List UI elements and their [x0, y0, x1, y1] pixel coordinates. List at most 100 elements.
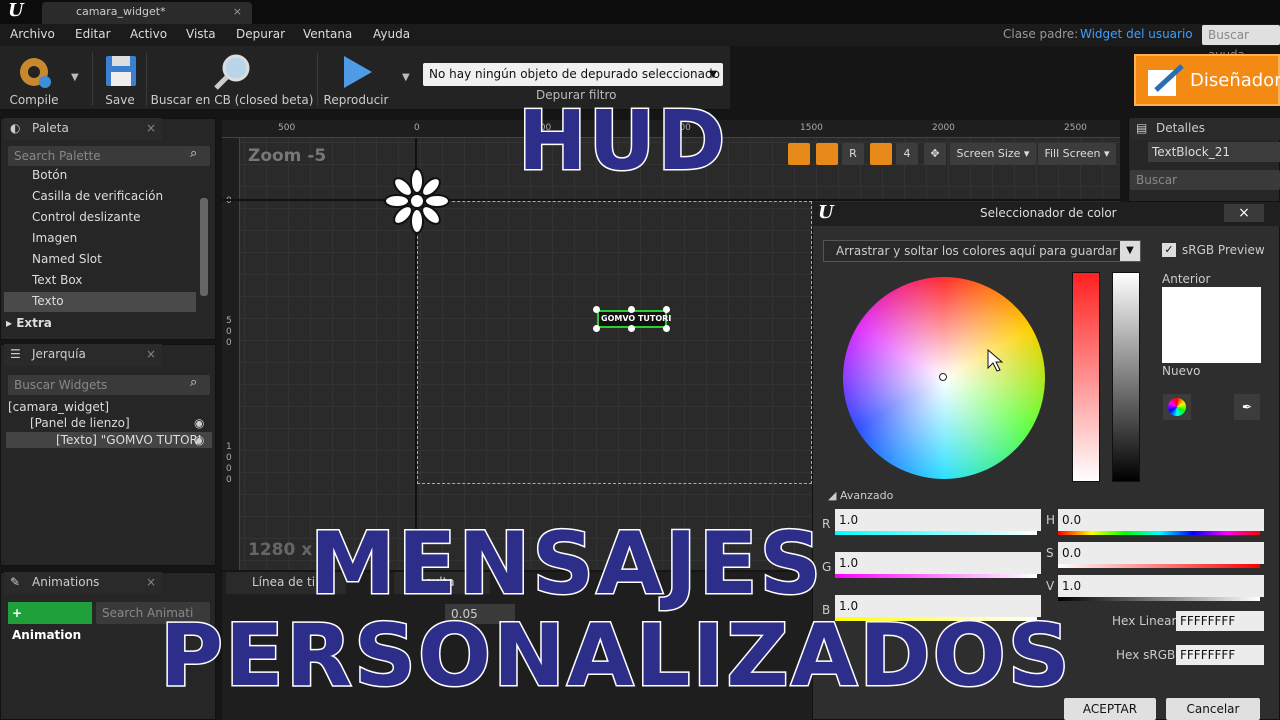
transform-icon[interactable]: ✥: [924, 143, 946, 165]
unreal-logo-icon: U: [8, 0, 24, 21]
compile-gear-icon: [20, 58, 51, 88]
palette-item-slider[interactable]: Control deslizante: [32, 210, 140, 224]
srgb-checkbox[interactable]: ✓: [1162, 243, 1176, 257]
ruler-tick: 0: [226, 475, 232, 485]
palette-extra-label: Extra: [16, 316, 52, 330]
menu-editar[interactable]: Editar: [75, 27, 111, 41]
s-value-field[interactable]: 0.0: [1058, 542, 1264, 564]
designer-button[interactable]: Diseñador: [1134, 54, 1280, 106]
animations-title: Animations: [32, 575, 100, 589]
resize-handle[interactable]: [628, 325, 635, 332]
s-label: S: [1046, 546, 1054, 560]
palette-tab[interactable]: ◐ Paleta ×: [4, 118, 162, 140]
save-button[interactable]: Save: [96, 52, 144, 107]
color-wheel-cursor[interactable]: [939, 373, 947, 381]
close-icon[interactable]: ×: [146, 121, 156, 135]
compile-options-icon[interactable]: ▼: [71, 72, 79, 83]
resize-handle[interactable]: [593, 306, 600, 313]
search-cb-label: Buscar en CB (closed beta): [150, 93, 314, 107]
menu-ventana[interactable]: Ventana: [303, 27, 352, 41]
palette-item-named-slot[interactable]: Named Slot: [32, 252, 102, 266]
respect-locks-button[interactable]: R: [842, 143, 864, 165]
hierarchy-search-input[interactable]: Buscar Widgets: [8, 375, 210, 395]
magnifier-icon: [214, 54, 250, 90]
menu-archivo[interactable]: Archivo: [10, 27, 55, 41]
menu-vista[interactable]: Vista: [186, 27, 216, 41]
details-tab[interactable]: ▤ Detalles: [1130, 118, 1280, 140]
hex-srgb-field[interactable]: FFFFFFFF: [1176, 645, 1264, 665]
g-value-field[interactable]: 1.0: [835, 552, 1041, 574]
eye-icon[interactable]: ◉: [194, 416, 204, 430]
ruler-tick: 0: [226, 464, 232, 474]
saved-colors-dropdown[interactable]: Arrastrar y soltar los colores aquí para…: [823, 240, 1141, 262]
compile-button[interactable]: Compile: [6, 52, 62, 107]
palette-search-input[interactable]: Search Palette: [8, 146, 210, 166]
palette-item-button[interactable]: Botón: [32, 168, 67, 182]
menu-ayuda[interactable]: Ayuda: [373, 27, 410, 41]
menu-activo[interactable]: Activo: [130, 27, 167, 41]
v-gradient: [1058, 597, 1260, 601]
palette-scrollbar[interactable]: [200, 198, 208, 296]
eye-icon[interactable]: ◉: [194, 433, 204, 447]
advanced-section[interactable]: ◢ Avanzado: [828, 489, 893, 502]
palette-item-image[interactable]: Imagen: [32, 231, 77, 245]
animations-tab[interactable]: ✎ Animations ×: [4, 572, 162, 594]
accept-button[interactable]: ACEPTAR: [1064, 698, 1156, 720]
outline-toggle-button[interactable]: [788, 143, 810, 165]
search-cb-button[interactable]: Buscar en CB (closed beta): [150, 52, 314, 107]
chevron-down-icon: ▼: [1120, 241, 1140, 261]
fill-screen-dropdown[interactable]: Fill Screen ▾: [1038, 143, 1116, 165]
menu-depurar[interactable]: Depurar: [236, 27, 285, 41]
h-value-field[interactable]: 0.0: [1058, 509, 1264, 531]
play-icon: [344, 56, 372, 88]
layout-toggle-button[interactable]: [816, 143, 838, 165]
resize-handle[interactable]: [593, 325, 600, 332]
screen-size-dropdown[interactable]: Screen Size ▾: [950, 143, 1036, 165]
value-slider[interactable]: [1112, 272, 1140, 482]
cancel-button[interactable]: Cancelar: [1166, 698, 1260, 720]
tree-canvas-panel[interactable]: [Panel de lienzo]: [30, 416, 130, 430]
mouse-pointer-icon: [987, 348, 1004, 372]
palette-category-extra[interactable]: ▸ Extra: [6, 316, 52, 330]
grid-size-button[interactable]: 4: [896, 143, 918, 165]
resize-handle[interactable]: [663, 306, 670, 313]
palette-item-text[interactable]: Texto: [32, 294, 64, 308]
designer-brush-icon: [1148, 64, 1184, 96]
tab-camara-widget[interactable]: camara_widget* ×: [42, 2, 252, 24]
play-button[interactable]: Reproducir: [322, 52, 390, 107]
hierarchy-tab[interactable]: ☰ Jerarquía ×: [4, 344, 162, 366]
resize-handle[interactable]: [663, 325, 670, 332]
eyedropper-icon[interactable]: ✒: [1234, 394, 1260, 420]
tab-close-icon[interactable]: ×: [233, 2, 242, 22]
close-icon[interactable]: ×: [1224, 204, 1264, 222]
resize-handle[interactable]: [628, 306, 635, 313]
palette-item-text-box[interactable]: Text Box: [32, 273, 82, 287]
hierarchy-title: Jerarquía: [32, 347, 86, 361]
play-options-icon[interactable]: ▼: [402, 72, 410, 83]
debug-object-dropdown[interactable]: No hay ningún objeto de depurado selecci…: [423, 63, 723, 86]
parent-class-link[interactable]: Widget del usuario: [1080, 27, 1193, 41]
color-themes-icon[interactable]: [1163, 394, 1191, 420]
tree-root[interactable]: [camara_widget]: [8, 400, 109, 414]
palette-item-checkbox[interactable]: Casilla de verificación: [32, 189, 163, 203]
color-picker-title: Seleccionador de color: [980, 206, 1117, 220]
tree-text-node[interactable]: [Texto] "GOMVO TUTORI: [56, 433, 201, 447]
close-icon[interactable]: ×: [146, 575, 156, 589]
ruler-tick: 0: [226, 338, 232, 348]
zoom-label: Zoom -5: [248, 146, 327, 166]
hex-linear-field[interactable]: FFFFFFFF: [1176, 611, 1264, 631]
g-gradient: [835, 574, 1037, 578]
hierarchy-icon: ☰: [10, 347, 21, 361]
add-animation-button[interactable]: + Animation: [8, 602, 92, 642]
v-value-field[interactable]: 1.0: [1058, 575, 1264, 597]
anchor-icon[interactable]: [382, 166, 452, 236]
details-search-input[interactable]: Buscar: [1130, 170, 1280, 190]
grid-snap-button[interactable]: [870, 143, 892, 165]
close-icon[interactable]: ×: [146, 347, 156, 361]
widget-name-field[interactable]: TextBlock_21: [1148, 142, 1280, 162]
ruler-tick: 500: [278, 123, 296, 133]
search-help-input[interactable]: Buscar ayuda: [1202, 25, 1280, 62]
saturation-slider[interactable]: [1072, 272, 1100, 482]
r-value-field[interactable]: 1.0: [835, 509, 1041, 531]
animation-icon: ✎: [10, 575, 21, 589]
